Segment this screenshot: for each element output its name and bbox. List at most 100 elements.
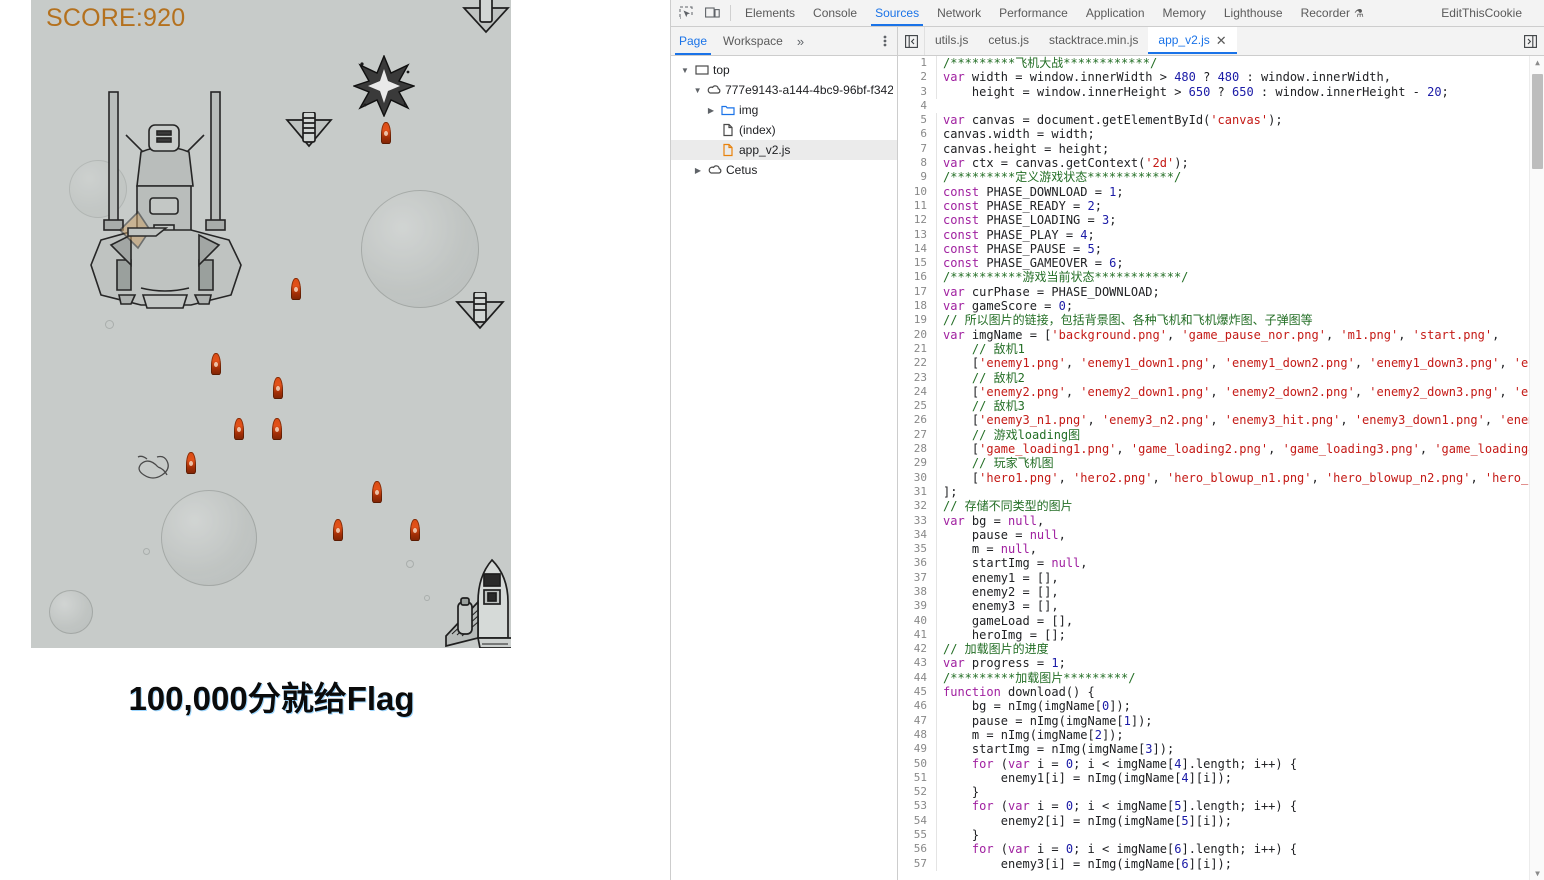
code-line[interactable]: 17 var curPhase = PHASE_DOWNLOAD; bbox=[898, 284, 1544, 300]
code-text[interactable]: enemy2 = [], bbox=[936, 584, 1544, 600]
line-number[interactable]: 13 bbox=[898, 228, 936, 242]
tree-row-top[interactable]: ▼ top bbox=[671, 60, 897, 80]
line-number[interactable]: 27 bbox=[898, 428, 936, 442]
tab-editthiscookie[interactable]: EditThisCookie bbox=[1432, 1, 1531, 26]
chevron-double-right-icon[interactable]: » bbox=[791, 28, 810, 55]
line-number[interactable]: 53 bbox=[898, 799, 936, 813]
code-text[interactable]: const PHASE_LOADING = 3; bbox=[936, 213, 1544, 228]
line-number[interactable]: 41 bbox=[898, 628, 936, 642]
code-line[interactable]: 47 pause = nImg(imgName[1]); bbox=[898, 713, 1544, 728]
line-number[interactable]: 10 bbox=[898, 185, 936, 199]
code-line[interactable]: 40 gameLoad = [], bbox=[898, 613, 1544, 628]
code-text[interactable]: enemy1[i] = nImg(imgName[4][i]); bbox=[936, 770, 1544, 786]
line-number[interactable]: 22 bbox=[898, 356, 936, 370]
code-line[interactable]: 20 var imgName = ['background.png', 'game… bbox=[898, 327, 1544, 342]
chevron-right-icon[interactable]: ▶ bbox=[692, 166, 704, 175]
chevron-right-icon[interactable]: ▶ bbox=[705, 106, 717, 115]
code-line[interactable]: 3 height = window.innerHeight > 650 ? 65… bbox=[898, 84, 1544, 99]
code-line[interactable]: 19// 所以图片的链接，包括背景图、各种飞机和飞机爆炸图、子弹图等 bbox=[898, 313, 1544, 328]
code-line[interactable]: 52 } bbox=[898, 785, 1544, 800]
code-text[interactable]: enemy1 = [], bbox=[936, 570, 1544, 585]
line-number[interactable]: 56 bbox=[898, 842, 936, 856]
code-text[interactable]: pause = nImg(imgName[1]); bbox=[936, 713, 1544, 728]
code-text[interactable]: const PHASE_READY = 2; bbox=[936, 198, 1544, 214]
code-text[interactable]: ['enemy1.png', 'enemy1_down1.png', 'enem… bbox=[936, 356, 1544, 371]
code-line[interactable]: 10 const PHASE_DOWNLOAD = 1; bbox=[898, 184, 1544, 199]
code-text[interactable]: for (var i = 0; i < imgName[4].length; i… bbox=[936, 756, 1544, 771]
code-line[interactable]: 46 bg = nImg(imgName[0]); bbox=[898, 699, 1544, 714]
editor-vertical-scrollbar[interactable]: ▲ ▼ bbox=[1529, 56, 1544, 880]
line-number[interactable]: 4 bbox=[898, 99, 936, 113]
code-line[interactable]: 56 for (var i = 0; i < imgName[6].length… bbox=[898, 842, 1544, 857]
line-number[interactable]: 34 bbox=[898, 528, 936, 542]
line-number[interactable]: 5 bbox=[898, 113, 936, 127]
code-line[interactable]: 31]; bbox=[898, 484, 1544, 500]
code-text[interactable]: // 敌机2 bbox=[936, 370, 1544, 385]
code-text[interactable]: for (var i = 0; i < imgName[5].length; i… bbox=[936, 799, 1544, 814]
code-line[interactable]: 13 const PHASE_PLAY = 4; bbox=[898, 227, 1544, 242]
code-line[interactable]: 15 const PHASE_GAMEOVER = 6; bbox=[898, 256, 1544, 271]
code-text[interactable]: gameLoad = [], bbox=[936, 613, 1544, 628]
code-line[interactable]: 43 var progress = 1; bbox=[898, 656, 1544, 671]
code-line[interactable]: 41 heroImg = []; bbox=[898, 627, 1544, 643]
code-text[interactable]: const PHASE_PLAY = 4; bbox=[936, 227, 1544, 242]
code-text[interactable]: // 敌机3 bbox=[936, 399, 1544, 414]
line-number[interactable]: 43 bbox=[898, 656, 936, 670]
code-text[interactable]: const PHASE_DOWNLOAD = 1; bbox=[936, 184, 1544, 199]
tree-row-index[interactable]: (index) bbox=[671, 120, 897, 140]
code-text[interactable]: m = nImg(imgName[2]); bbox=[936, 727, 1544, 743]
code-line[interactable]: 42// 加载图片的进度 bbox=[898, 642, 1544, 657]
code-text[interactable]: // 玩家飞机图 bbox=[936, 456, 1544, 471]
code-line[interactable]: 11 const PHASE_READY = 2; bbox=[898, 198, 1544, 214]
line-number[interactable]: 20 bbox=[898, 328, 936, 342]
code-line[interactable]: 54 enemy2[i] = nImg(imgName[5][i]); bbox=[898, 813, 1544, 829]
line-number[interactable]: 38 bbox=[898, 585, 936, 599]
line-number[interactable]: 30 bbox=[898, 471, 936, 485]
line-number[interactable]: 2 bbox=[898, 70, 936, 84]
code-line[interactable]: 55 } bbox=[898, 828, 1544, 843]
code-text[interactable]: var canvas = document.getElementById('ca… bbox=[936, 113, 1544, 128]
line-number[interactable]: 25 bbox=[898, 399, 936, 413]
code-line[interactable]: 25 // 敌机3 bbox=[898, 399, 1544, 414]
line-number[interactable]: 42 bbox=[898, 642, 936, 656]
code-line[interactable]: 16/**********游戏当前状态************/ bbox=[898, 270, 1544, 285]
code-line[interactable]: 7 canvas.height = height; bbox=[898, 141, 1544, 157]
code-text[interactable]: canvas.width = width; bbox=[936, 127, 1544, 142]
line-number[interactable]: 12 bbox=[898, 213, 936, 227]
line-number[interactable]: 14 bbox=[898, 242, 936, 256]
code-line[interactable]: 30 ['hero1.png', 'hero2.png', 'hero_blow… bbox=[898, 470, 1544, 485]
line-number[interactable]: 28 bbox=[898, 442, 936, 456]
code-line[interactable]: 45 function download() { bbox=[898, 685, 1544, 700]
code-line[interactable]: 1/*********飞机大战************/ bbox=[898, 56, 1544, 71]
code-line[interactable]: 33 var bg = null, bbox=[898, 513, 1544, 528]
line-number[interactable]: 47 bbox=[898, 714, 936, 728]
source-code-editor[interactable]: 1/*********飞机大战************/2 var width =… bbox=[898, 56, 1544, 880]
editor-tab-stacktrace-min-js[interactable]: stacktrace.min.js bbox=[1039, 27, 1148, 54]
code-text[interactable]: } bbox=[936, 785, 1544, 800]
line-number[interactable]: 36 bbox=[898, 556, 936, 570]
line-number[interactable]: 1 bbox=[898, 56, 936, 70]
code-line[interactable]: 28 ['game_loading1.png', 'game_loading2.… bbox=[898, 442, 1544, 457]
show-navigator-icon[interactable] bbox=[898, 27, 925, 55]
more-options-icon[interactable] bbox=[873, 34, 897, 48]
code-viewport[interactable]: 1/*********飞机大战************/2 var width =… bbox=[898, 56, 1544, 880]
line-number[interactable]: 54 bbox=[898, 814, 936, 828]
code-line[interactable]: 38 enemy2 = [], bbox=[898, 584, 1544, 600]
code-text[interactable]: enemy3[i] = nImg(imgName[6][i]); bbox=[936, 856, 1544, 871]
code-text[interactable]: var ctx = canvas.getContext('2d'); bbox=[936, 156, 1544, 171]
game-canvas[interactable]: SCORE:920 bbox=[31, 0, 511, 648]
code-line[interactable]: 44/*********加载图片*********/ bbox=[898, 670, 1544, 686]
code-text[interactable]: var gameScore = 0; bbox=[936, 299, 1544, 314]
tree-row-img-folder[interactable]: ▶ img bbox=[671, 100, 897, 120]
tab-lighthouse[interactable]: Lighthouse bbox=[1215, 1, 1292, 26]
code-text[interactable]: startImg = nImg(imgName[3]); bbox=[936, 742, 1544, 757]
code-text[interactable]: // 游戏loading图 bbox=[936, 427, 1544, 443]
line-number[interactable]: 17 bbox=[898, 285, 936, 299]
code-line[interactable]: 48 m = nImg(imgName[2]); bbox=[898, 727, 1544, 743]
code-text[interactable]: function download() { bbox=[936, 685, 1544, 700]
code-text[interactable]: pause = null, bbox=[936, 527, 1544, 543]
code-line[interactable]: 21 // 敌机1 bbox=[898, 341, 1544, 357]
scroll-up-arrow[interactable]: ▲ bbox=[1530, 58, 1544, 67]
code-line[interactable]: 8 var ctx = canvas.getContext('2d'); bbox=[898, 156, 1544, 171]
code-text[interactable]: var imgName = ['background.png', 'game_p… bbox=[936, 327, 1544, 342]
